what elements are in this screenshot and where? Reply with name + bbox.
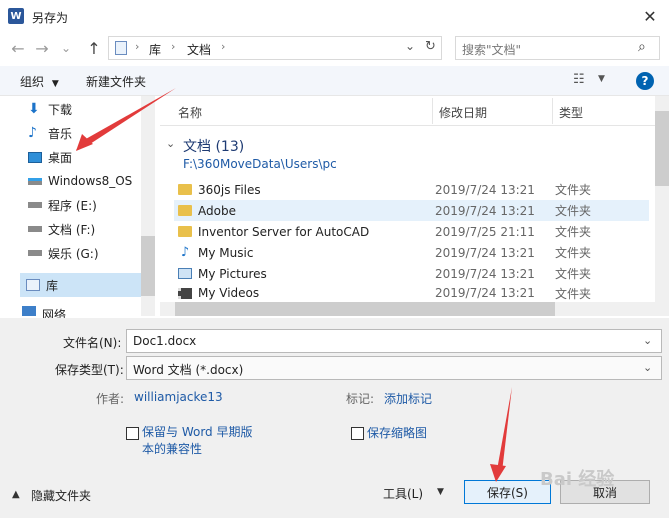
arrow-to-save [497,387,512,472]
annotation-arrows [76,88,512,482]
arrow-to-desktop [76,88,176,150]
watermark: Bai 经验 [540,469,615,490]
arrow-head-save [490,464,506,482]
